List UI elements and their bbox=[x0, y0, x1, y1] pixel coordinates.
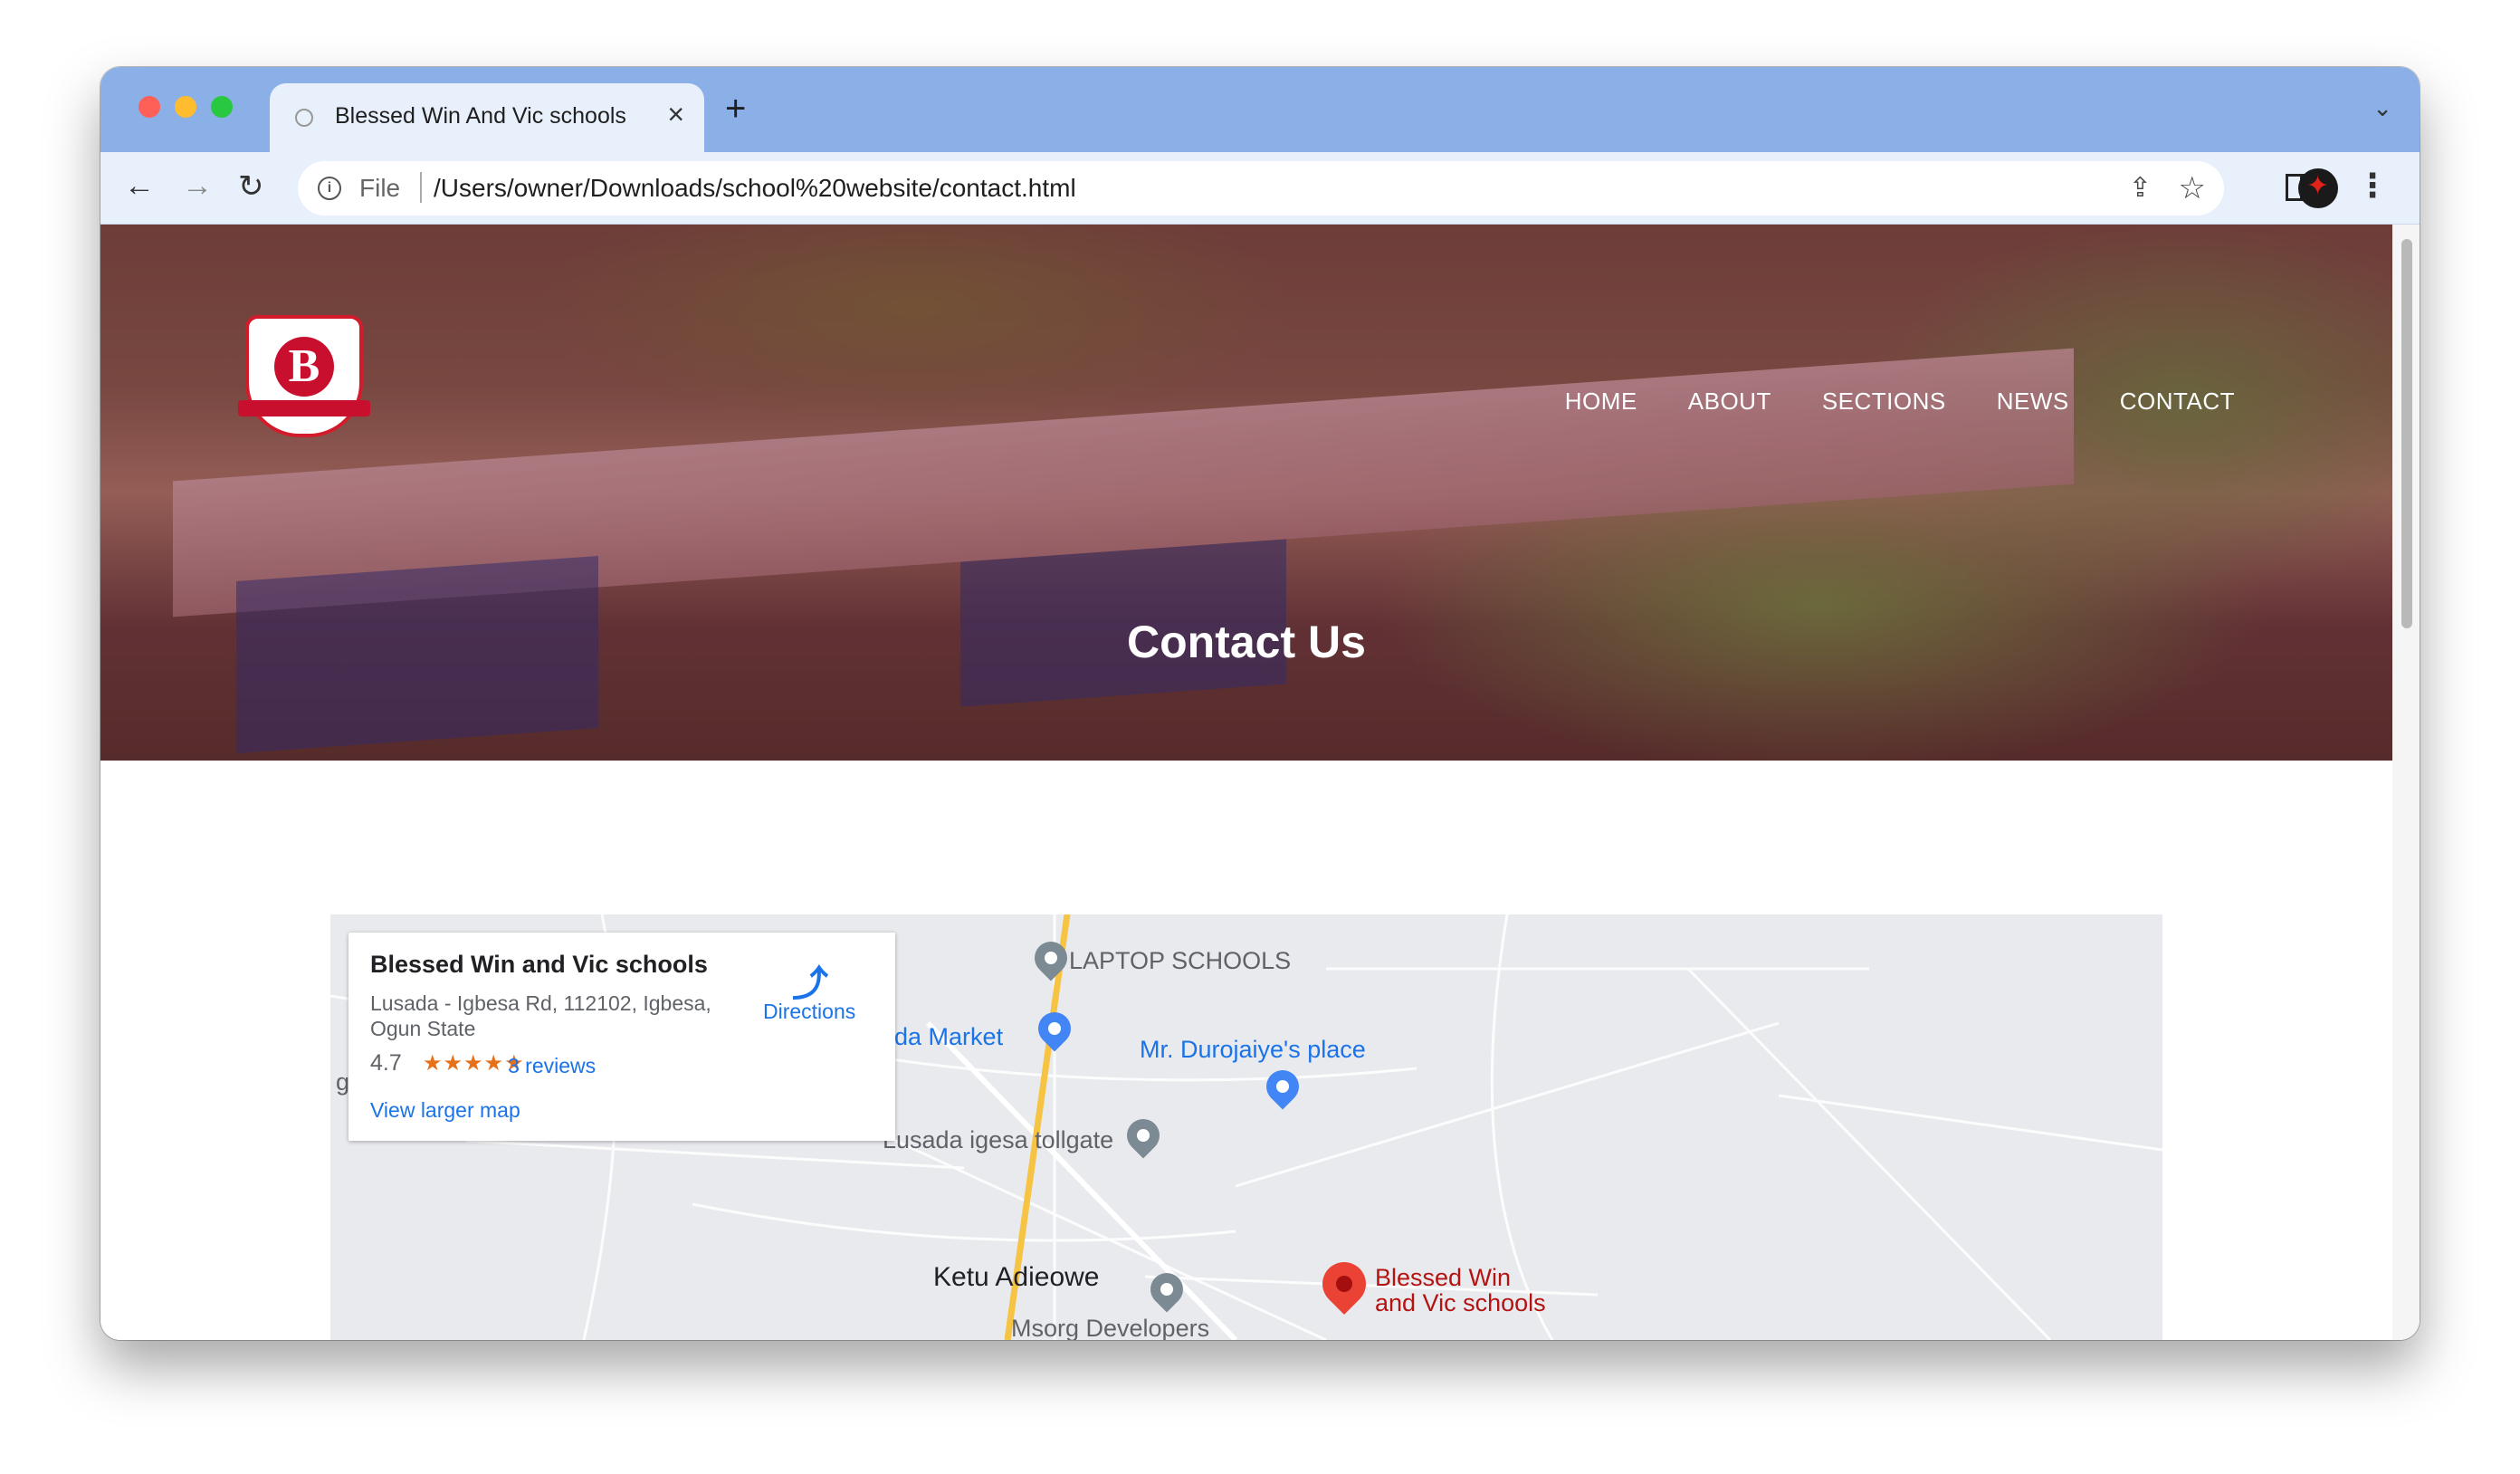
logo-letter: B bbox=[274, 337, 334, 397]
school-logo[interactable]: B bbox=[238, 315, 370, 437]
nav-sections[interactable]: SECTIONS bbox=[1822, 388, 1946, 416]
tab-strip: Blessed Win And Vic schools × + ⌄ bbox=[100, 67, 2420, 152]
view-larger-map-link[interactable]: View larger map bbox=[370, 1098, 520, 1123]
site-navigation: HOME ABOUT SECTIONS NEWS CONTACT bbox=[1565, 388, 2235, 416]
page-viewport: B HOME ABOUT SECTIONS NEWS CONTACT Conta… bbox=[100, 225, 2420, 1340]
map-label-tollgate[interactable]: Lusada igesa tollgate bbox=[883, 1126, 1113, 1154]
page-title: Contact Us bbox=[1127, 617, 1366, 667]
forward-arrow-icon[interactable]: → bbox=[182, 168, 213, 204]
nav-contact[interactable]: CONTACT bbox=[2120, 388, 2235, 416]
map-label-durojaiye[interactable]: Mr. Durojaiye's place bbox=[1140, 1036, 1366, 1064]
close-window-button[interactable] bbox=[138, 96, 160, 118]
place-rating: 4.7 bbox=[370, 1050, 402, 1076]
favicon-icon bbox=[295, 109, 313, 127]
hero-overlay bbox=[100, 225, 2392, 761]
tab-search-chevron-icon[interactable]: ⌄ bbox=[2372, 94, 2392, 122]
url-divider bbox=[420, 172, 422, 203]
minimize-window-button[interactable] bbox=[175, 96, 196, 118]
map-label-msorg[interactable]: Msorg Developers bbox=[1011, 1315, 1209, 1340]
url-scheme-label: File bbox=[359, 174, 401, 202]
map-label-school-line2[interactable]: and Vic schools bbox=[1375, 1289, 1546, 1316]
url-text[interactable]: /Users/owner/Downloads/school%20website/… bbox=[434, 174, 1076, 203]
browser-window: Blessed Win And Vic schools × + ⌄ ← → ↻ … bbox=[100, 67, 2420, 1340]
map-label-market[interactable]: ada Market bbox=[881, 1023, 1003, 1051]
browser-toolbar: ← → ↻ i File /Users/owner/Downloads/scho… bbox=[100, 152, 2420, 225]
place-address: Lusada - Igbesa Rd, 112102, Igbesa, Ogun… bbox=[370, 991, 711, 1040]
place-info-card: Blessed Win and Vic schools Lusada - Igb… bbox=[348, 933, 895, 1141]
map-label-laptop-schools[interactable]: LAPTOP SCHOOLS bbox=[1069, 947, 1291, 975]
page-scrollbar[interactable] bbox=[2392, 225, 2420, 1340]
logo-ribbon bbox=[238, 400, 370, 416]
profile-icon[interactable] bbox=[2298, 168, 2338, 208]
map-label-school-line1[interactable]: Blessed Win bbox=[1375, 1264, 1511, 1291]
info-icon[interactable]: i bbox=[318, 177, 341, 200]
maximize-window-button[interactable] bbox=[211, 96, 233, 118]
map-label-ketu: Ketu Adieowe bbox=[933, 1262, 1100, 1292]
tab-close-icon[interactable]: × bbox=[667, 98, 684, 131]
nav-about[interactable]: ABOUT bbox=[1688, 388, 1771, 416]
nav-home[interactable]: HOME bbox=[1565, 388, 1637, 416]
back-arrow-icon[interactable]: ← bbox=[124, 168, 155, 204]
directions-icon[interactable]: ⤴ bbox=[792, 954, 832, 1004]
star-icon[interactable]: ☆ bbox=[2179, 170, 2206, 206]
reload-icon[interactable]: ↻ bbox=[238, 168, 264, 205]
tab-title: Blessed Win And Vic schools bbox=[335, 103, 626, 129]
kebab-menu-icon[interactable]: ⋮ bbox=[2356, 167, 2389, 205]
hero-banner: B HOME ABOUT SECTIONS NEWS CONTACT Conta… bbox=[100, 225, 2392, 761]
directions-link[interactable]: Directions bbox=[763, 1000, 855, 1024]
embedded-map[interactable]: g LAPTOP SCHOOLS ada Market Mr. Durojaiy… bbox=[330, 914, 2162, 1340]
place-name: Blessed Win and Vic schools bbox=[370, 951, 708, 978]
map-label-edge: g bbox=[336, 1068, 350, 1096]
new-tab-icon[interactable]: + bbox=[725, 89, 746, 129]
reviews-link[interactable]: 3 reviews bbox=[508, 1054, 596, 1078]
nav-news[interactable]: NEWS bbox=[1997, 388, 2069, 416]
share-icon[interactable]: ⇪ bbox=[2129, 172, 2152, 204]
address-bar[interactable]: i File /Users/owner/Downloads/school%20w… bbox=[298, 161, 2224, 215]
scrollbar-thumb[interactable] bbox=[2401, 239, 2412, 628]
tab-active[interactable]: Blessed Win And Vic schools × bbox=[270, 83, 704, 152]
